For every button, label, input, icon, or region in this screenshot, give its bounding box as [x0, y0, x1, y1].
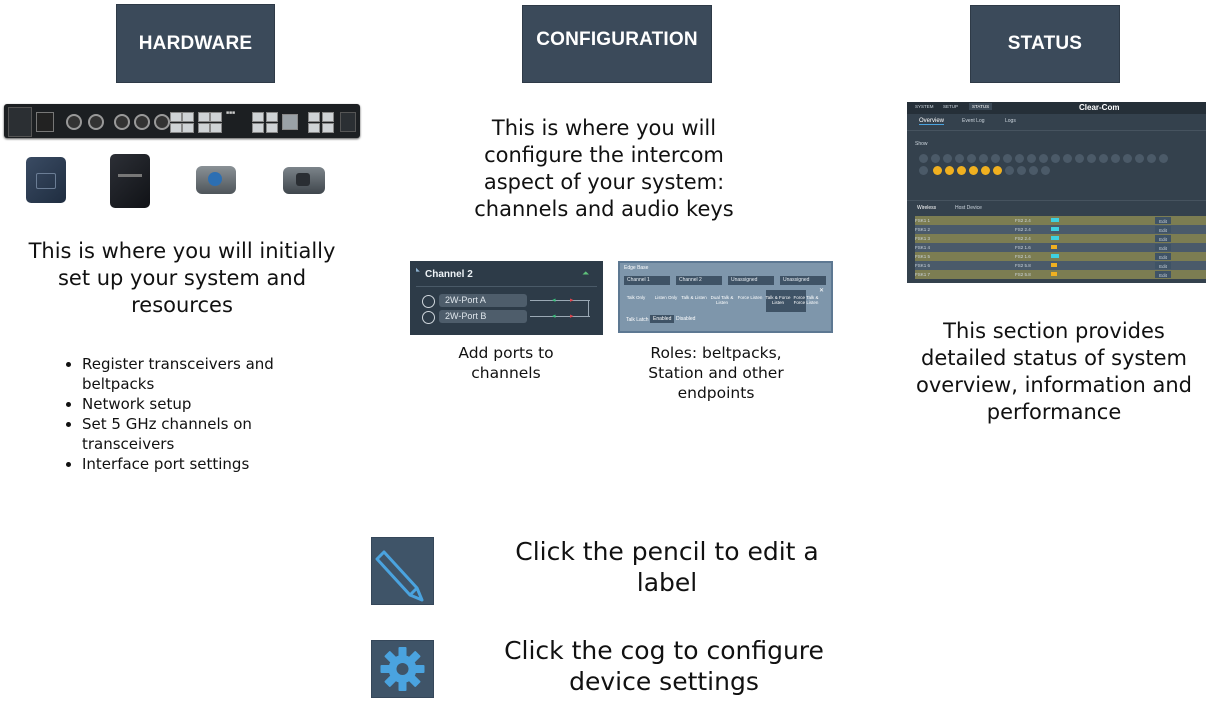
pencil-edit-button[interactable]	[371, 537, 434, 605]
table-row: FSK1 5 FS2 1.6 Edit	[915, 252, 1206, 261]
status-subtab[interactable]: Overview	[919, 118, 945, 125]
table-row: FSK1 1 FS2 2.4 Edit	[915, 216, 1206, 225]
status-tab[interactable]: STATUS	[970, 5, 1120, 83]
bullet-item: Register transceivers and beltpacks	[82, 354, 306, 394]
role-option[interactable]: Force Listen	[736, 295, 764, 300]
status-top-tab[interactable]: SETUP	[943, 104, 958, 109]
hardware-bullet-list: Register transceivers and beltpacks Netw…	[66, 354, 306, 474]
channels-caption: Add ports to channels	[458, 344, 554, 382]
transceiver-rack-image: ■■■	[4, 104, 360, 138]
cog-icon	[380, 647, 425, 691]
show-label: Show	[915, 141, 928, 147]
talk-latch-enabled[interactable]: Enabled	[650, 315, 675, 323]
status-indicator-grid	[915, 152, 1206, 178]
person-icon: ⏶	[582, 268, 590, 278]
hardware-tab[interactable]: HARDWARE	[116, 4, 275, 83]
configuration-tab[interactable]: CONFIGURATION	[522, 5, 712, 83]
status-panel-screenshot: SYSTEM SETUP STATUS Clear-Com Overview E…	[907, 102, 1206, 283]
bullet-item: Set 5 GHz channels on transceivers	[82, 414, 306, 454]
configuration-tab-label: CONFIGURATION	[536, 29, 698, 50]
role-option[interactable]: Listen Only	[652, 295, 680, 300]
freespeak-beltpack-image	[283, 167, 325, 194]
channel-panel-title: Channel 2	[425, 269, 473, 280]
roles-panel-screenshot: Edge Base Channel 1 Channel 2 Unassigned…	[618, 261, 833, 333]
hardware-description: This is where you will initially set up …	[28, 239, 336, 317]
status-subtab[interactable]: Host Device	[955, 205, 982, 211]
roles-caption: Roles: beltpacks, Station and other endp…	[648, 344, 784, 402]
beltpack-device-image	[110, 154, 150, 208]
status-tab-label: STATUS	[1007, 33, 1083, 54]
status-top-tab[interactable]: STATUS	[969, 103, 993, 110]
table-row: FSK1 3 FS2 2.4 Edit	[915, 234, 1206, 243]
pencil-icon	[375, 550, 424, 602]
status-subtab[interactable]: Wireless	[917, 205, 936, 211]
table-row: FSK1 6 FS2 5.8 Edit	[915, 261, 1206, 270]
status-top-tab[interactable]: SYSTEM	[915, 104, 934, 109]
talk-latch-disabled[interactable]: Disabled	[676, 316, 695, 322]
roles-panel-title: Edge Base	[624, 265, 649, 271]
cog-settings-button[interactable]	[371, 640, 434, 698]
table-row: FSK1 4 FS2 1.6 Edit	[915, 243, 1206, 252]
pencil-hint: Click the pencil to edit a label	[515, 537, 819, 597]
role-dropdown[interactable]: Unassigned	[780, 276, 826, 285]
role-option[interactable]: Talk & Listen	[680, 295, 708, 300]
brand-logo: Clear-Com	[1079, 103, 1120, 112]
table-row: FSK1 7 FS2 5.8 Edit	[915, 270, 1206, 279]
edge-beltpack-image	[196, 166, 236, 194]
transceiver-device-image	[26, 157, 66, 203]
talk-latch-label: Talk Latch	[626, 317, 649, 323]
role-dropdown[interactable]: Unassigned	[728, 276, 774, 285]
status-subtab[interactable]: Event Log	[962, 118, 985, 124]
role-dropdown[interactable]: Channel 2	[676, 276, 722, 285]
role-option[interactable]: Dual Talk & Listen	[708, 295, 736, 305]
bullet-item: Network setup	[82, 394, 306, 414]
table-row: FSK1 2 FS2 2.4 Edit	[915, 225, 1206, 234]
status-device-table: FSK1 1 FS2 2.4 Edit FSK1 2 FS2 2.4 Edit …	[907, 216, 1206, 282]
status-subtab[interactable]: Logs	[1005, 118, 1016, 124]
configuration-description: This is where you will configure the int…	[474, 116, 734, 221]
status-description: This section provides detailed status of…	[916, 319, 1192, 424]
cog-hint: Click the cog to configure device settin…	[504, 636, 824, 696]
role-option[interactable]: Force Talk & Force Listen	[792, 295, 820, 305]
bullet-item: Interface port settings	[82, 454, 306, 474]
role-dropdown[interactable]: Channel 1	[624, 276, 670, 285]
role-option[interactable]: Talk & Force Listen	[764, 295, 792, 305]
role-option[interactable]: Talk Only	[622, 295, 650, 300]
channel-panel-screenshot: ◣ Channel 2 ⏶ 2W-Port A ◂ ▸ 2W-Port B ◂ …	[410, 261, 603, 335]
hardware-tab-label: HARDWARE	[138, 32, 253, 54]
